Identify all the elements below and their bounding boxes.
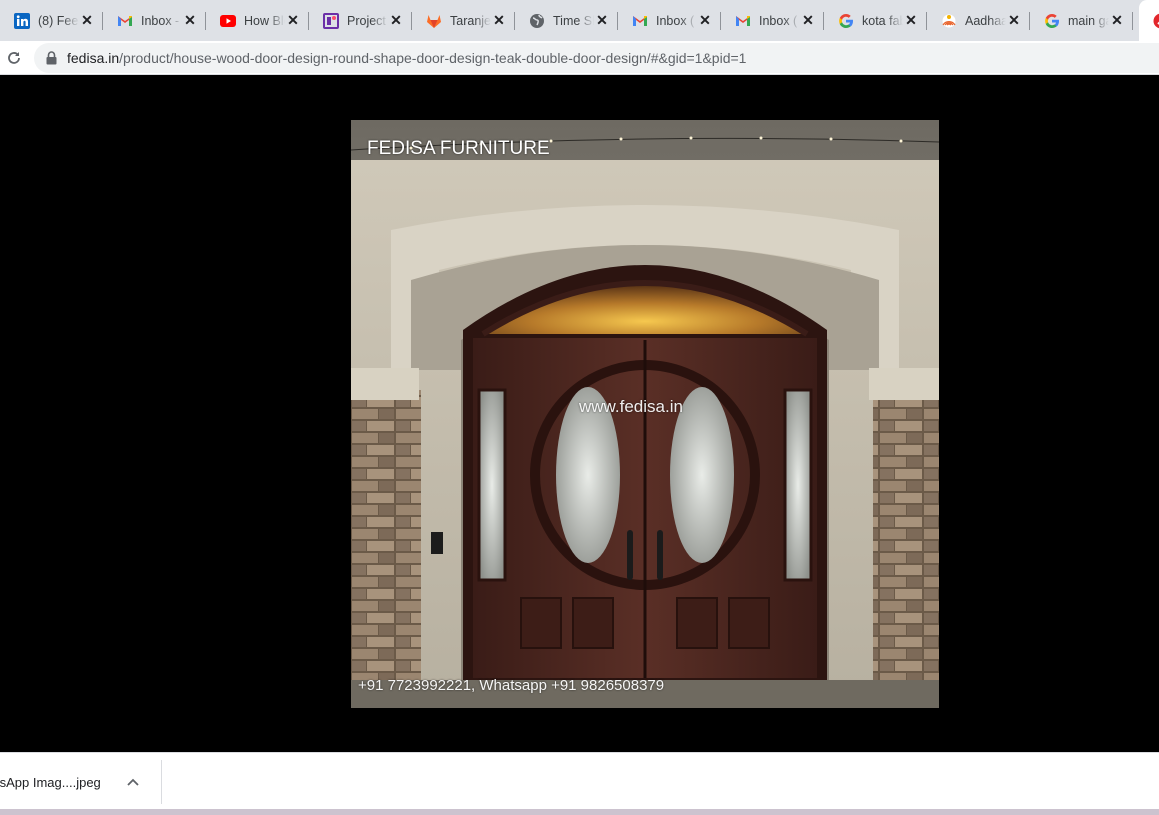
tab-gmail-2[interactable]: Inbox ( ✕ [618, 0, 721, 41]
fedisa-icon [1153, 13, 1159, 29]
tab-gmail-1[interactable]: Inbox - Gmail ✕ [103, 0, 206, 41]
close-icon[interactable]: ✕ [491, 12, 507, 29]
tab-aadhaar[interactable]: Aadhaar ✕ [927, 0, 1030, 41]
tab-active[interactable] [1139, 0, 1159, 41]
tab-project[interactable]: Project ✕ [309, 0, 412, 41]
lock-icon[interactable] [44, 51, 58, 65]
tab-title: How Blockchain [244, 13, 285, 28]
tab-gmail-3[interactable]: Inbox ( ✕ [721, 0, 824, 41]
chevron-up-icon[interactable] [126, 778, 140, 786]
close-icon[interactable]: ✕ [1109, 12, 1125, 29]
download-shelf: tsApp Imag....jpeg [0, 752, 1159, 809]
tab-strip: (8) Feed | LinkedIn ✕ Inbox - Gmail ✕ Ho… [0, 0, 1159, 41]
tab-title: Project [347, 13, 386, 28]
close-icon[interactable]: ✕ [903, 12, 919, 29]
tab-google-2[interactable]: main gate ✕ [1030, 0, 1133, 41]
youtube-icon [220, 13, 236, 29]
tab-title: Aadhaar [965, 13, 1006, 28]
reload-icon[interactable] [2, 50, 26, 66]
url-text: fedisa.in/product/house-wood-door-design… [67, 50, 746, 66]
tab-title: Inbox ( [759, 13, 798, 28]
close-icon[interactable]: ✕ [182, 12, 198, 29]
google-icon [1044, 13, 1060, 29]
tab-title: Inbox ( [656, 13, 695, 28]
close-icon[interactable]: ✕ [1006, 12, 1022, 29]
tab-title: Inbox - Gmail [141, 13, 182, 28]
tab-gitlab[interactable]: Taranjeet ✕ [412, 0, 515, 41]
gitlab-icon [426, 13, 442, 29]
close-icon[interactable]: ✕ [285, 12, 301, 29]
url-path: /product/house-wood-door-design-round-sh… [119, 50, 747, 66]
browser-toolbar: fedisa.in/product/house-wood-door-design… [0, 41, 1159, 75]
window-bottom-edge [0, 809, 1159, 815]
google-icon [838, 13, 854, 29]
download-item[interactable]: tsApp Imag....jpeg [0, 760, 162, 804]
gmail-icon [632, 13, 648, 29]
brand-watermark: FEDISA FURNITURE [367, 138, 550, 159]
globe-icon [529, 13, 545, 29]
tab-linkedin[interactable]: (8) Feed | LinkedIn ✕ [0, 0, 103, 41]
product-photo[interactable]: FEDISA FURNITURE www.fedisa.in +91 77239… [351, 120, 939, 708]
close-icon[interactable]: ✕ [594, 12, 610, 29]
site-watermark: www.fedisa.in [579, 397, 683, 416]
download-file-name[interactable]: tsApp Imag....jpeg [0, 775, 116, 790]
tab-timesheet[interactable]: Time Sheet ✕ [515, 0, 618, 41]
close-icon[interactable]: ✕ [800, 12, 816, 29]
gmail-icon [735, 13, 751, 29]
close-icon[interactable]: ✕ [388, 12, 404, 29]
contact-watermark: +91 7723992221, Whatsapp +91 9826508379 [358, 677, 665, 694]
address-bar[interactable]: fedisa.in/product/house-wood-door-design… [34, 43, 1159, 73]
close-icon[interactable]: ✕ [79, 12, 95, 29]
project-icon [323, 12, 339, 29]
tab-title: Taranjeet [450, 13, 491, 28]
close-icon[interactable]: ✕ [697, 12, 713, 29]
gmail-icon [117, 13, 133, 29]
tab-title: (8) Feed | LinkedIn [38, 13, 79, 28]
aadhaar-icon [941, 13, 957, 29]
tab-title: Time Sheet [553, 13, 594, 28]
tab-youtube[interactable]: How Blockchain ✕ [206, 0, 309, 41]
tab-title: main gate [1068, 13, 1109, 28]
lightbox-viewport[interactable]: FEDISA FURNITURE www.fedisa.in +91 77239… [0, 76, 1159, 751]
url-host: fedisa.in [67, 50, 120, 66]
tab-title: kota fabric [862, 13, 903, 28]
linkedin-icon [14, 12, 30, 29]
tab-google-1[interactable]: kota fabric ✕ [824, 0, 927, 41]
